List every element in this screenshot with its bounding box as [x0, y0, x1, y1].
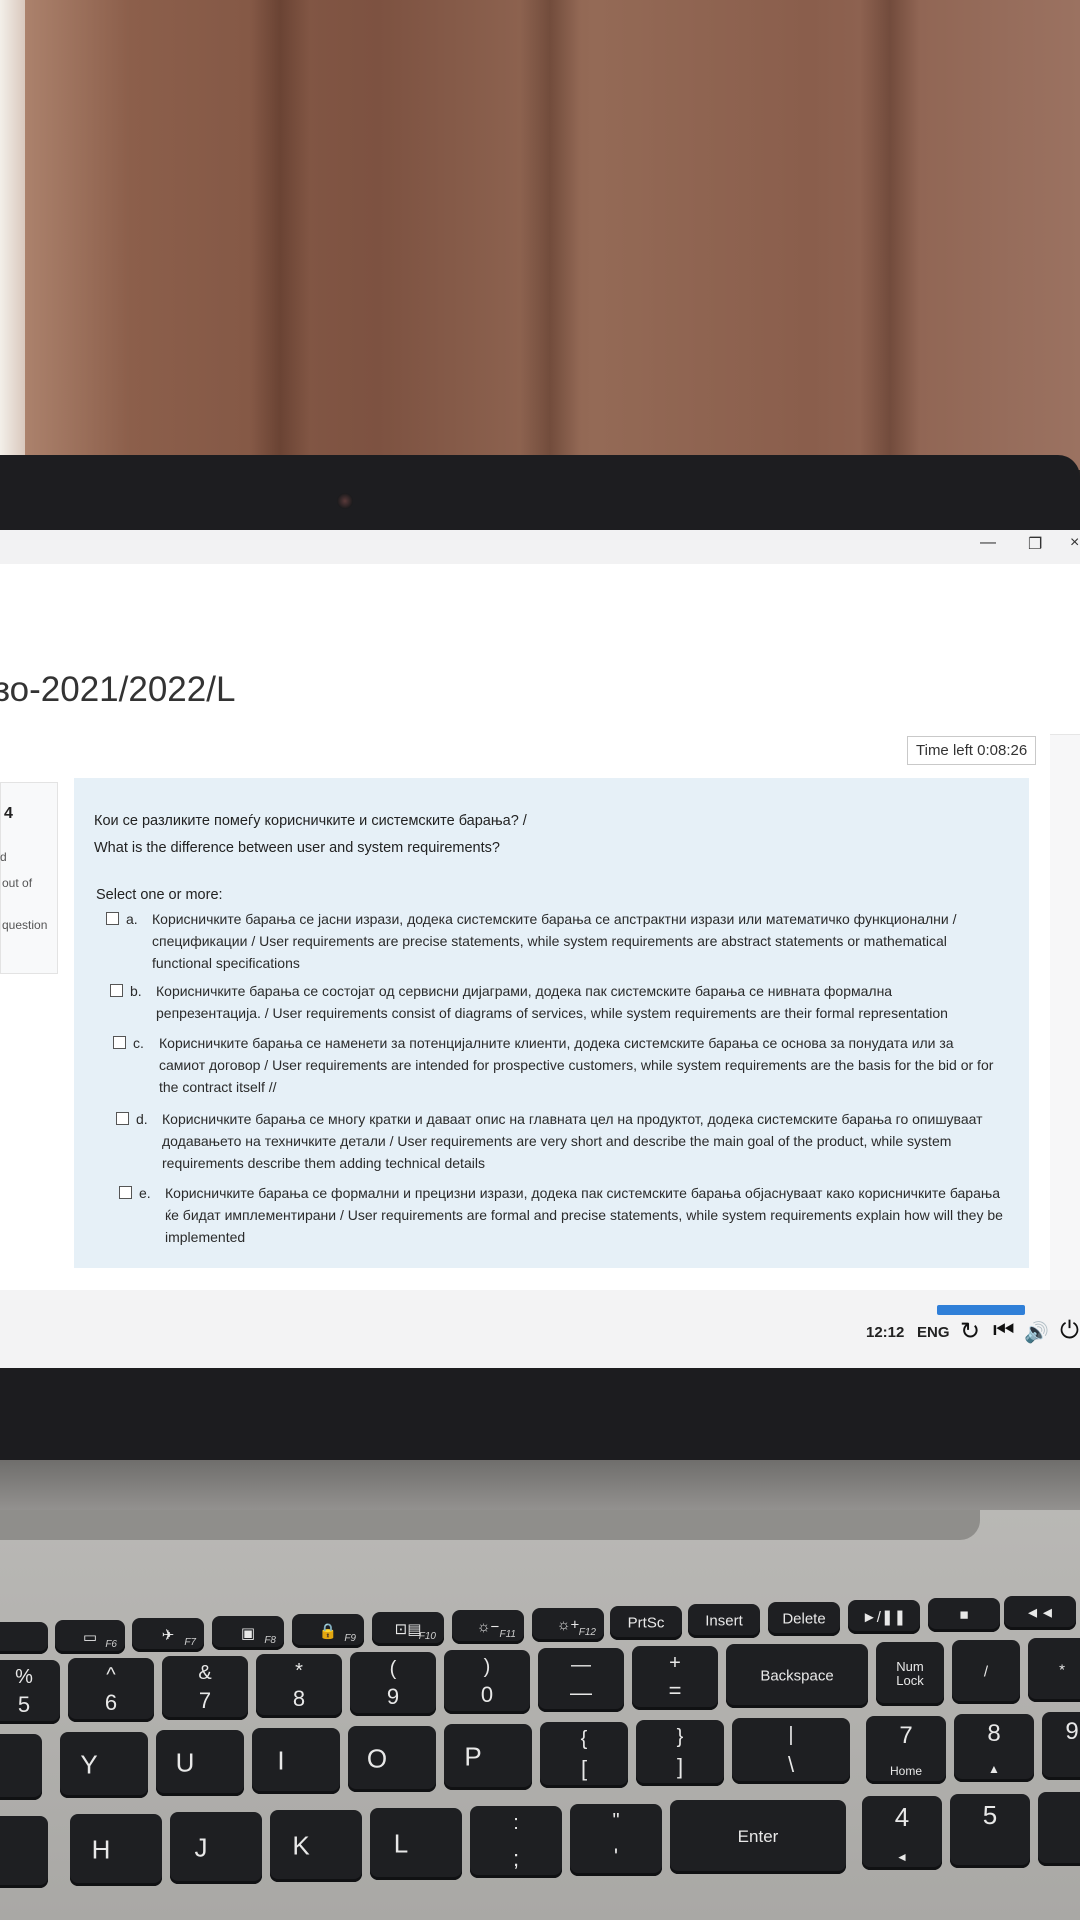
key-l[interactable]: L: [370, 1808, 462, 1880]
key-insert[interactable]: Insert: [688, 1604, 760, 1638]
key-f9[interactable]: 🔒 F9: [292, 1614, 364, 1648]
key-quote[interactable]: " ': [570, 1804, 662, 1876]
key-f11[interactable]: ☼− F11: [452, 1610, 524, 1644]
key-num-9[interactable]: 9: [1042, 1712, 1080, 1780]
checkbox[interactable]: [106, 912, 119, 925]
option-letter: c.: [133, 1035, 144, 1051]
question-text-mk: Кои се разликите помеѓу корисничките и с…: [94, 813, 527, 829]
key-f7[interactable]: ✈ F7: [132, 1618, 204, 1652]
option-letter: a.: [126, 911, 138, 927]
curtain-fold: [860, 0, 920, 470]
key-f5[interactable]: [0, 1622, 48, 1654]
key-num-8[interactable]: 8 ▲: [954, 1714, 1034, 1782]
option-letter: e.: [139, 1185, 151, 1201]
page-header: зо-2021/2022/L: [0, 564, 1080, 735]
key-play-pause[interactable]: ►/❚❚: [848, 1600, 920, 1634]
laptop-top-bezel: [0, 455, 1080, 535]
next-page-button[interactable]: [937, 1305, 1025, 1315]
key-prtsc[interactable]: PrtSc: [610, 1606, 682, 1640]
key-num-7[interactable]: 7 Home: [866, 1716, 946, 1784]
flag-question-link[interactable]: question: [2, 918, 47, 932]
refresh-icon[interactable]: ↻: [960, 1317, 980, 1346]
key-5[interactable]: % 5: [0, 1660, 60, 1724]
key-minus[interactable]: — —: [538, 1648, 624, 1712]
key-num-6[interactable]: [1038, 1792, 1080, 1866]
language-indicator[interactable]: ENG: [917, 1324, 950, 1341]
key-f10[interactable]: ⊡▤ F10: [372, 1612, 444, 1646]
question-mark-text: out of: [2, 876, 33, 890]
curtain-fold: [250, 0, 310, 470]
key-semicolon[interactable]: :;: [470, 1806, 562, 1878]
select-instruction: Select one or more:: [96, 887, 223, 903]
restore-button[interactable]: ❐: [1028, 534, 1042, 554]
deck-edge: [0, 1510, 980, 1540]
question-status: d: [0, 850, 7, 864]
key-8[interactable]: * 8: [256, 1654, 342, 1718]
curtain-background: [0, 0, 1080, 470]
volume-icon[interactable]: 🔊: [1024, 1320, 1049, 1345]
key-num-lock[interactable]: Num Lock: [876, 1642, 944, 1706]
key-6[interactable]: ^ 6: [68, 1658, 154, 1722]
option-letter: d.: [136, 1111, 148, 1127]
media-previous-icon[interactable]: ⏮: [993, 1317, 1015, 1345]
key-num-asterisk[interactable]: *: [1028, 1638, 1080, 1702]
key-7[interactable]: & 7: [162, 1656, 248, 1720]
option-text: Корисничките барања се формални и прециз…: [165, 1185, 1003, 1245]
checkbox[interactable]: [110, 984, 123, 997]
power-icon[interactable]: ⏻: [1060, 1317, 1079, 1345]
key-equals[interactable]: + =: [632, 1646, 718, 1710]
checkbox[interactable]: [119, 1186, 132, 1199]
wall-strip: [0, 0, 25, 470]
curtain-fold: [520, 0, 580, 470]
key-backslash[interactable]: | \: [732, 1718, 850, 1784]
option-text: Корисничките барања се состојат од серви…: [156, 983, 948, 1021]
key-num-4[interactable]: 4 ◄: [862, 1796, 942, 1870]
question-text-en: What is the difference between user and …: [94, 840, 500, 856]
course-title: зо-2021/2022/L: [0, 670, 236, 709]
question-number: 4: [4, 805, 13, 822]
key-left-bracket[interactable]: {[: [540, 1722, 628, 1788]
key-num-slash[interactable]: /: [952, 1640, 1020, 1704]
option-letter: b.: [130, 983, 142, 999]
clock[interactable]: 12:12: [866, 1324, 904, 1341]
checkbox[interactable]: [113, 1036, 126, 1049]
key-enter[interactable]: Enter: [670, 1800, 846, 1874]
time-left-timer: Time left 0:08:26: [907, 736, 1037, 765]
key-f12[interactable]: ☼+ F12: [532, 1608, 604, 1642]
close-button[interactable]: ×: [1070, 534, 1079, 552]
key-stop[interactable]: ■: [928, 1598, 1000, 1632]
browser-titlebar: — ❐ ×: [0, 530, 1080, 564]
checkbox[interactable]: [116, 1112, 129, 1125]
key-previous-track[interactable]: ◄◄: [1004, 1596, 1076, 1630]
key-f8[interactable]: ▣ F8: [212, 1616, 284, 1650]
key-0[interactable]: ) 0: [444, 1650, 530, 1714]
webcam: [337, 493, 353, 509]
key-num-5[interactable]: 5: [950, 1794, 1030, 1868]
option-text: Корисничките барања се наменети за потен…: [159, 1035, 994, 1095]
key-delete[interactable]: Delete: [768, 1602, 840, 1636]
option-text: Корисничките барања се многу кратки и да…: [162, 1111, 983, 1171]
key-p[interactable]: P: [444, 1724, 532, 1790]
key-backspace[interactable]: Backspace: [726, 1644, 868, 1708]
option-text: Корисничките барања се јасни изрази, дод…: [152, 911, 957, 971]
key-f6[interactable]: ▭ F6: [55, 1620, 125, 1654]
key-9[interactable]: (9: [350, 1652, 436, 1716]
key-right-bracket[interactable]: }]: [636, 1720, 724, 1786]
minimize-button[interactable]: —: [980, 534, 996, 552]
